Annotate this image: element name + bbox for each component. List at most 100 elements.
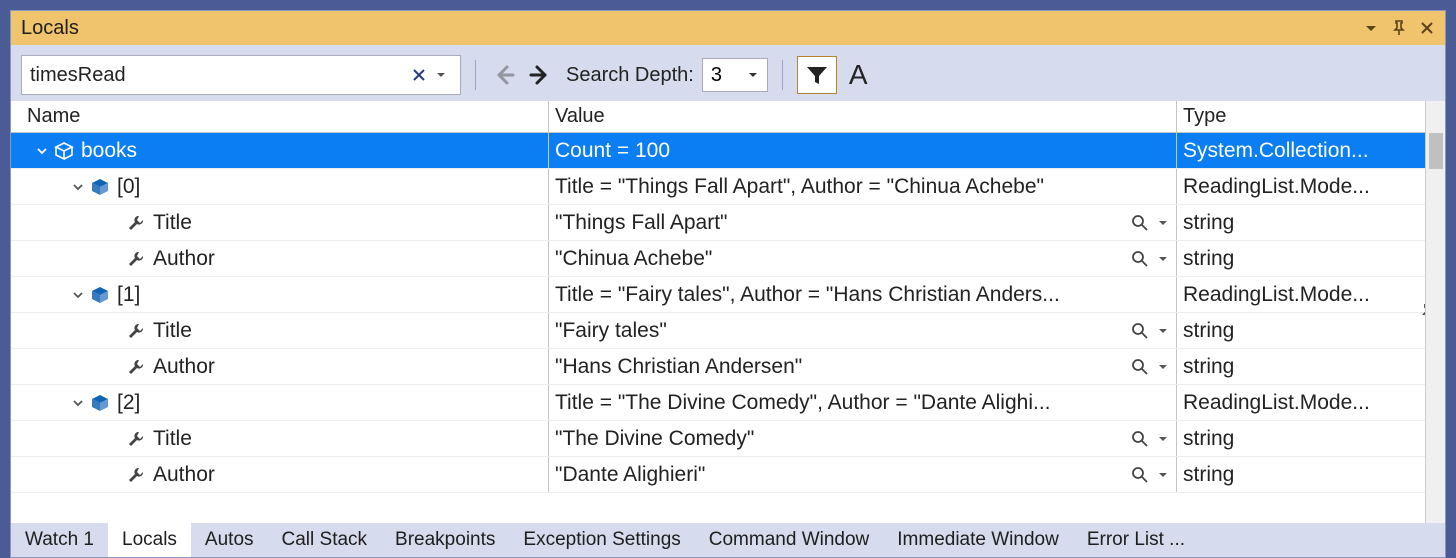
variable-value: "Fairy tales": [555, 319, 667, 343]
tab-locals[interactable]: Locals: [108, 523, 191, 557]
visualizer-dropdown-icon[interactable]: [1156, 360, 1170, 374]
variable-name: [1]: [117, 283, 140, 307]
variable-value: "Chinua Achebe": [555, 247, 712, 271]
object-icon: [89, 176, 111, 198]
tab-error-list[interactable]: Error List ...: [1073, 523, 1199, 557]
visualizer-icon[interactable]: [1130, 429, 1150, 449]
search-next-icon[interactable]: [526, 61, 554, 89]
table-row[interactable]: books Count = 100 System.Collection...: [11, 133, 1425, 169]
table-row[interactable]: Title "Fairy tales" string: [11, 313, 1425, 349]
object-icon: [53, 140, 75, 162]
search-prev-icon[interactable]: [490, 61, 518, 89]
variable-name: Title: [153, 211, 192, 235]
variable-type: string: [1183, 319, 1234, 343]
search-input[interactable]: [30, 64, 408, 87]
object-icon: [89, 392, 111, 414]
expander-icon: [105, 430, 123, 448]
expander-icon[interactable]: [33, 142, 51, 160]
expander-icon: [105, 466, 123, 484]
table-row[interactable]: Author "Dante Alighieri" string: [11, 457, 1425, 493]
variable-type: string: [1183, 427, 1234, 451]
column-header-value[interactable]: Value: [549, 101, 1177, 132]
wrench-icon: [125, 464, 147, 486]
expander-icon[interactable]: [69, 178, 87, 196]
toolbar-divider: [782, 60, 783, 90]
panel-title: Locals: [21, 17, 1355, 40]
variable-value: Title = "The Divine Comedy", Author = "D…: [555, 391, 1051, 415]
wrench-icon: [125, 320, 147, 342]
visualizer-dropdown-icon[interactable]: [1156, 324, 1170, 338]
search-depth-label: Search Depth:: [566, 64, 694, 87]
font-size-button[interactable]: A: [845, 59, 872, 91]
expander-icon: [105, 322, 123, 340]
variable-type: ReadingList.Mode...: [1183, 283, 1370, 307]
variable-type: ReadingList.Mode...: [1183, 175, 1370, 199]
variable-name: Title: [153, 319, 192, 343]
scrollbar-thumb[interactable]: [1429, 133, 1443, 169]
object-icon: [89, 284, 111, 306]
search-dropdown-icon[interactable]: [430, 64, 452, 86]
visualizer-icon[interactable]: [1130, 321, 1150, 341]
tab-breakpoints[interactable]: Breakpoints: [381, 523, 509, 557]
visualizer-dropdown-icon[interactable]: [1156, 252, 1170, 266]
visualizer-icon[interactable]: [1130, 357, 1150, 377]
visualizer-icon[interactable]: [1130, 465, 1150, 485]
tool-window-tabs: Watch 1LocalsAutosCall StackBreakpointsE…: [11, 523, 1445, 557]
tab-autos[interactable]: Autos: [191, 523, 268, 557]
tab-exception-settings[interactable]: Exception Settings: [509, 523, 694, 557]
search-depth-value: 3: [711, 64, 722, 87]
vertical-scrollbar[interactable]: [1425, 101, 1445, 523]
variable-value: "Dante Alighieri": [555, 463, 705, 487]
search-box[interactable]: [21, 55, 461, 95]
search-depth-select[interactable]: 3: [702, 58, 768, 92]
column-header-type[interactable]: Type: [1177, 101, 1425, 132]
visualizer-dropdown-icon[interactable]: [1156, 432, 1170, 446]
close-icon[interactable]: [1415, 16, 1439, 40]
clear-search-icon[interactable]: [408, 64, 430, 86]
variable-name: [0]: [117, 175, 140, 199]
variable-name: [2]: [117, 391, 140, 415]
table-row[interactable]: Author"Hans Christian Andersen"string: [11, 349, 1425, 385]
tab-immediate-window[interactable]: Immediate Window: [883, 523, 1073, 557]
table-row[interactable]: [0] Title = "Things Fall Apart", Author =…: [11, 169, 1425, 205]
wrench-icon: [125, 212, 147, 234]
tab-command-window[interactable]: Command Window: [695, 523, 884, 557]
table-row[interactable]: [1] Title = "Fairy tales", Author = "Hans…: [11, 277, 1425, 313]
toolbar-divider: [475, 60, 476, 90]
variable-type: string: [1183, 247, 1234, 271]
table-row[interactable]: [2] Title = "The Divine Comedy", Author =…: [11, 385, 1425, 421]
table-row[interactable]: Title"The Divine Comedy"string: [11, 421, 1425, 457]
variable-type: System.Collection...: [1183, 139, 1369, 163]
visualizer-dropdown-icon[interactable]: [1156, 468, 1170, 482]
variable-name: Author: [153, 247, 215, 271]
table-row[interactable]: Author "Chinua Achebe" string: [11, 241, 1425, 277]
expander-icon[interactable]: [69, 286, 87, 304]
window-options-icon[interactable]: [1359, 16, 1383, 40]
variable-type: string: [1183, 463, 1234, 487]
visualizer-icon[interactable]: [1130, 249, 1150, 269]
variable-type: ReadingList.Mode...: [1183, 391, 1370, 415]
visualizer-icon[interactable]: [1130, 213, 1150, 233]
locals-grid: Name Value Type books Count = 100 System.C…: [11, 101, 1425, 523]
variable-value: "Hans Christian Andersen": [555, 355, 802, 379]
expander-icon[interactable]: [69, 394, 87, 412]
expander-icon: [105, 250, 123, 268]
expander-icon: [105, 214, 123, 232]
visualizer-dropdown-icon[interactable]: [1156, 216, 1170, 230]
variable-value: Title = "Things Fall Apart", Author = "C…: [555, 175, 1044, 199]
variable-name: Author: [153, 463, 215, 487]
pin-icon[interactable]: [1387, 16, 1411, 40]
filter-button[interactable]: [797, 56, 837, 94]
variable-value: "Things Fall Apart": [555, 211, 727, 235]
column-header-name[interactable]: Name: [11, 101, 549, 132]
variable-value: Count = 100: [555, 139, 670, 163]
table-row[interactable]: Title "Things Fall Apart" string: [11, 205, 1425, 241]
tab-watch-1[interactable]: Watch 1: [11, 523, 108, 557]
variable-value: Title = "Fairy tales", Author = "Hans Ch…: [555, 283, 1060, 307]
variable-name: books: [81, 139, 137, 163]
wrench-icon: [125, 248, 147, 270]
expander-icon: [105, 358, 123, 376]
tab-call-stack[interactable]: Call Stack: [268, 523, 382, 557]
wrench-icon: [125, 428, 147, 450]
variable-type: string: [1183, 211, 1234, 235]
